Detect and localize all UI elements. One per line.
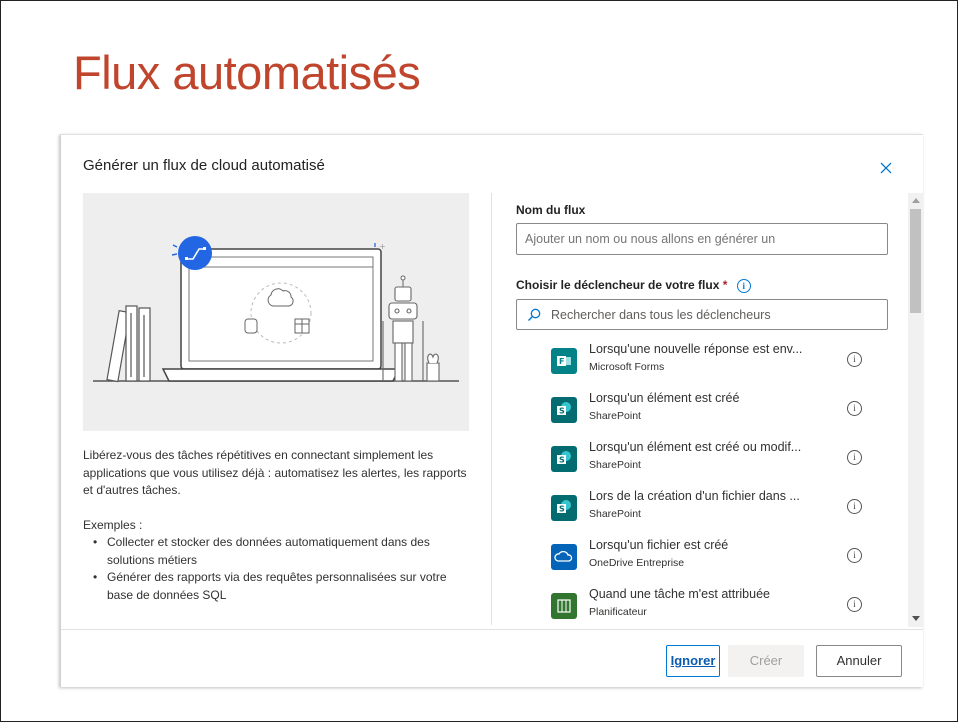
- trigger-item[interactable]: F Lorsqu'une nouvelle réponse est env...…: [551, 340, 881, 380]
- trigger-source: Microsoft Forms: [589, 361, 665, 373]
- example-item: Générer des rapports via des requêtes pe…: [93, 569, 473, 604]
- description-text: Libérez-vous des tâches répétitives en c…: [83, 448, 467, 497]
- trigger-item[interactable]: S Lorsqu'un élément est créé SharePoint …: [551, 389, 881, 429]
- search-icon: [528, 308, 541, 321]
- trigger-title: Lorsqu'un fichier est créé: [589, 538, 729, 552]
- footer-divider: [61, 629, 923, 630]
- info-icon[interactable]: i: [847, 450, 862, 465]
- info-icon[interactable]: i: [847, 597, 862, 612]
- trigger-item[interactable]: S Lorsqu'un élément est créé ou modif...…: [551, 438, 881, 478]
- flow-name-label: Nom du flux: [516, 203, 586, 217]
- flow-name-input[interactable]: [516, 223, 888, 255]
- planner-icon: [551, 593, 577, 619]
- trigger-title: Quand une tâche m'est attribuée: [589, 587, 770, 601]
- trigger-source: SharePoint: [589, 508, 641, 520]
- trigger-source: Planificateur: [589, 606, 647, 618]
- svg-text:F: F: [559, 357, 564, 366]
- info-icon[interactable]: i: [847, 401, 862, 416]
- slide: Flux automatisés Générer un flux de clou…: [0, 0, 958, 722]
- onedrive-icon: [551, 544, 577, 570]
- info-icon[interactable]: i: [736, 278, 751, 293]
- scroll-down-arrow-icon[interactable]: [912, 616, 920, 621]
- trigger-title: Lorsqu'un élément est créé ou modif...: [589, 440, 802, 454]
- trigger-label: Choisir le déclencheur de votre flux: [516, 278, 720, 292]
- svg-text:S: S: [559, 505, 565, 514]
- info-icon[interactable]: i: [847, 499, 862, 514]
- trigger-search-box[interactable]: Rechercher dans tous les déclencheurs: [516, 299, 888, 330]
- trigger-item[interactable]: S Lors de la création d'un fichier dans …: [551, 487, 881, 527]
- required-mark: *: [722, 278, 728, 292]
- trigger-item[interactable]: Quand une tâche m'est attribuée Planific…: [551, 585, 881, 622]
- dialog-description: Libérez-vous des tâches répétitives en c…: [83, 447, 473, 604]
- trigger-label-row: Choisir le déclencheur de votre flux * i: [516, 278, 751, 293]
- sharepoint-icon: S: [551, 495, 577, 521]
- sharepoint-icon: S: [551, 397, 577, 423]
- laptop-illustration: +: [93, 236, 459, 383]
- scrollbar[interactable]: [908, 193, 923, 627]
- hero-illustration: +: [83, 193, 469, 431]
- slide-title: Flux automatisés: [73, 46, 421, 99]
- examples-list: Collecter et stocker des données automat…: [83, 534, 473, 604]
- info-icon[interactable]: i: [847, 352, 862, 367]
- forms-icon: F: [551, 348, 577, 374]
- trigger-title: Lors de la création d'un fichier dans ..…: [589, 489, 800, 503]
- trigger-item[interactable]: Lorsqu'un fichier est créé OneDrive Entr…: [551, 536, 881, 576]
- ignore-button[interactable]: Ignorer: [666, 645, 720, 677]
- sharepoint-icon: S: [551, 446, 577, 472]
- examples-heading: Exemples :: [83, 517, 143, 532]
- trigger-source: SharePoint: [589, 410, 641, 422]
- trigger-search-placeholder: Rechercher dans tous les déclencheurs: [551, 308, 771, 322]
- trigger-source: SharePoint: [589, 459, 641, 471]
- info-icon[interactable]: i: [847, 548, 862, 563]
- dialog-title: Générer un flux de cloud automatisé: [83, 157, 325, 174]
- svg-text:S: S: [559, 407, 565, 416]
- panel-divider: [491, 193, 492, 625]
- create-flow-dialog: Générer un flux de cloud automatisé + Li…: [60, 134, 923, 687]
- create-button[interactable]: Créer: [728, 645, 804, 677]
- trigger-list: F Lorsqu'une nouvelle réponse est env...…: [551, 340, 881, 622]
- scroll-up-arrow-icon[interactable]: [912, 198, 920, 203]
- trigger-title: Lorsqu'un élément est créé: [589, 391, 740, 405]
- svg-text:+: +: [379, 242, 386, 251]
- example-item: Collecter et stocker des données automat…: [93, 534, 473, 569]
- close-icon[interactable]: [877, 159, 895, 177]
- trigger-title: Lorsqu'une nouvelle réponse est env...: [589, 342, 803, 356]
- trigger-source: OneDrive Entreprise: [589, 557, 685, 569]
- cancel-button[interactable]: Annuler: [816, 645, 902, 677]
- scroll-thumb[interactable]: [910, 209, 921, 313]
- svg-text:S: S: [559, 456, 565, 465]
- examples-section: Exemples : Collecter et stocker des donn…: [83, 517, 473, 605]
